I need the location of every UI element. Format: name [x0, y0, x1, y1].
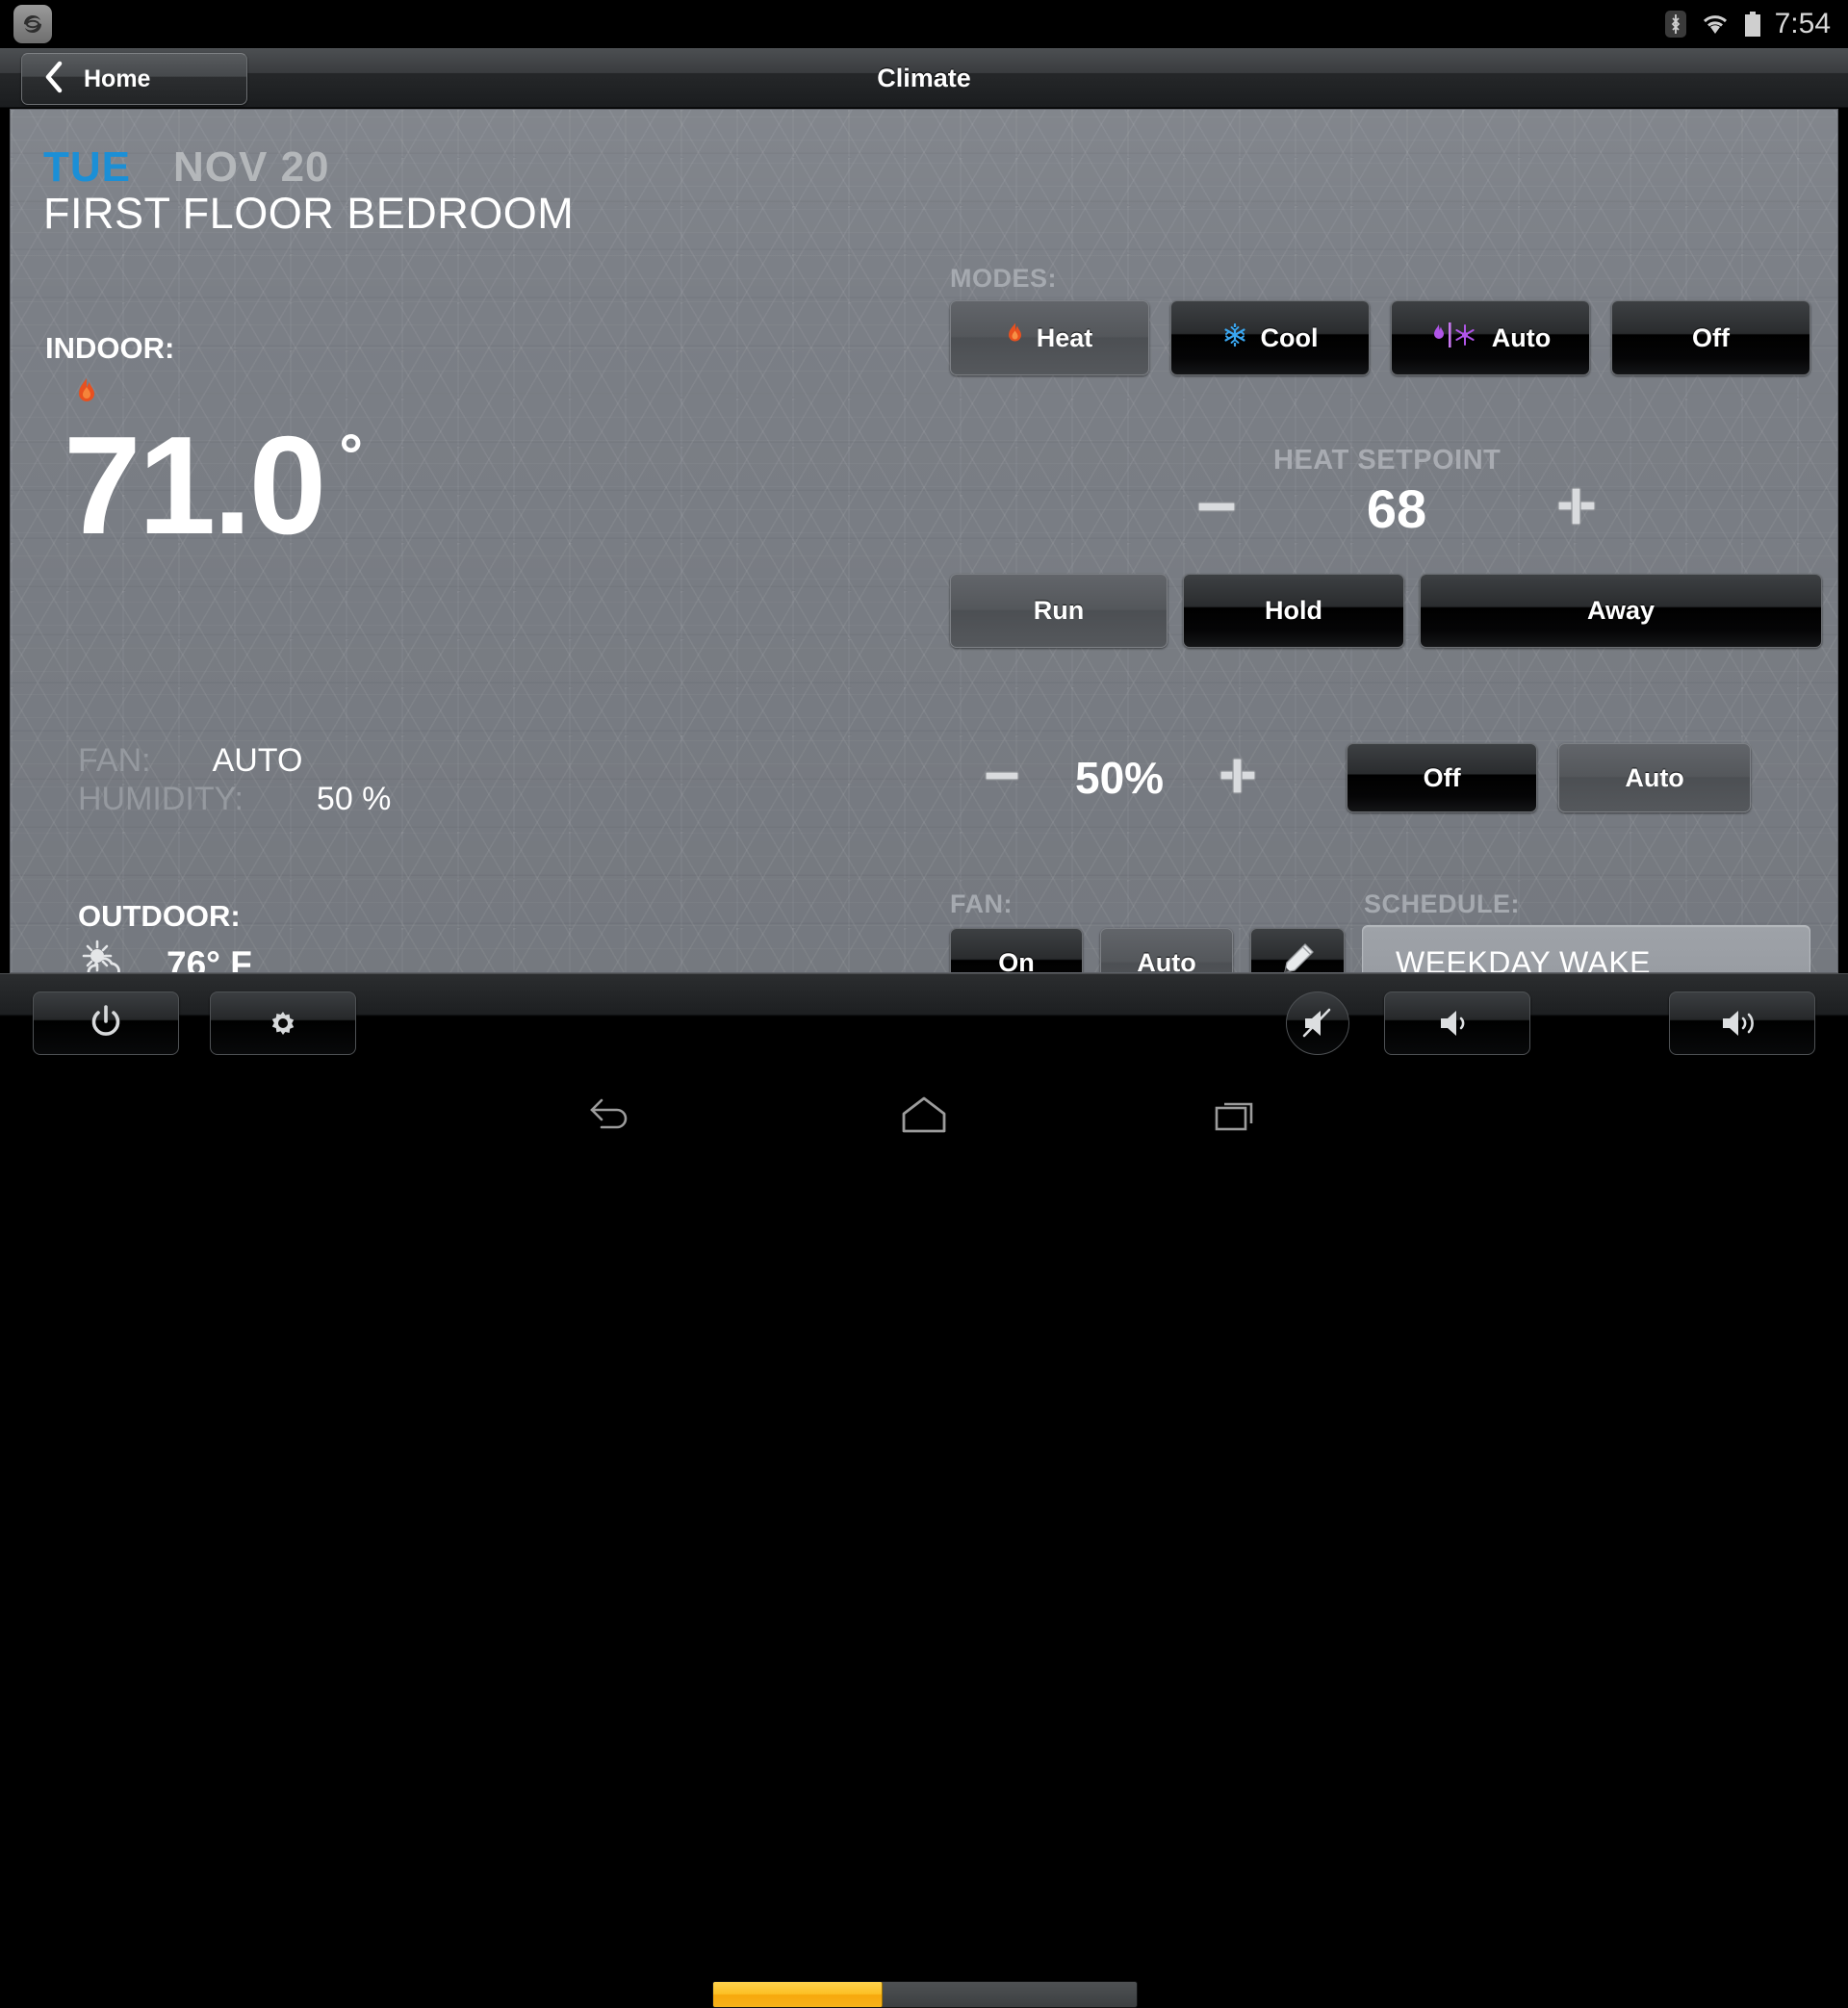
nav-recents-button[interactable]	[1150, 1074, 1323, 1155]
humidity-button-off-label: Off	[1423, 762, 1461, 792]
pencil-icon	[1278, 940, 1317, 972]
fan-status-label: FAN:	[78, 742, 151, 779]
indoor-temp-value: 71.0	[64, 407, 326, 563]
flame-snowflake-icon	[1430, 322, 1478, 355]
flame-icon	[1007, 322, 1023, 353]
flame-icon	[76, 377, 97, 411]
fan-button-on[interactable]: On	[950, 927, 1083, 973]
nav-home-button[interactable]	[837, 1074, 1011, 1155]
schedule-mode-away-label: Away	[1586, 596, 1656, 625]
nav-home-icon	[902, 1096, 946, 1133]
schedule-mode-hold-label: Hold	[1265, 596, 1322, 625]
mode-button-auto-label: Auto	[1491, 322, 1552, 352]
status-icons: 7:54	[1664, 0, 1831, 48]
mode-button-off-label: Off	[1692, 322, 1730, 352]
wifi-icon	[1703, 15, 1727, 34]
fan-status-value: AUTO	[212, 742, 303, 779]
android-nav-bar	[0, 1074, 1848, 1155]
climate-panel: TUE NOV 20 FIRST FLOOR BEDROOM INDOOR: 7…	[10, 109, 1838, 973]
swirl-logo-icon	[13, 5, 52, 43]
mode-button-cool-label: Cool	[1260, 322, 1319, 352]
fan-status-row: FAN: AUTO	[78, 742, 302, 780]
battery-icon	[1744, 12, 1760, 37]
mode-button-cool[interactable]: Cool	[1170, 300, 1370, 375]
schedule-label: SCHEDULE:	[1364, 889, 1521, 918]
mode-button-heat[interactable]: Heat	[950, 300, 1149, 375]
indoor-temperature: 71.0 °	[64, 416, 363, 555]
volume-mute-icon	[1302, 1008, 1331, 1038]
humidity-status-value: 50 %	[316, 781, 392, 817]
chevron-left-icon	[43, 61, 64, 98]
setpoint-plus-button[interactable]	[1554, 484, 1599, 533]
home-back-button[interactable]: Home	[21, 53, 247, 105]
humidity-button-auto[interactable]: Auto	[1558, 743, 1752, 812]
sun-behind-cloud-icon	[78, 940, 132, 972]
humidity-status-label: HUMIDITY:	[78, 781, 244, 817]
schedule-mode-button-hold[interactable]: Hold	[1183, 574, 1404, 648]
degree-symbol: °	[339, 423, 364, 489]
date-label: NOV 20	[173, 143, 330, 191]
outdoor-label: OUTDOOR:	[78, 899, 241, 933]
settings-button[interactable]	[210, 991, 356, 1055]
page-title: Climate	[877, 64, 971, 92]
humidity-button-off[interactable]: Off	[1347, 743, 1538, 812]
power-button[interactable]	[33, 991, 179, 1055]
schedule-value-field[interactable]: WEEKDAY WAKE	[1362, 925, 1810, 973]
volume-slider[interactable]	[712, 1981, 1138, 2008]
bottom-toolbar	[0, 973, 1848, 2008]
humidity-plus-button[interactable]	[1218, 756, 1258, 801]
heat-setpoint-row: 68	[1194, 477, 1599, 540]
schedule-edit-button[interactable]	[1250, 927, 1345, 972]
volume-down-button[interactable]	[1384, 991, 1530, 1055]
schedule-mode-run-label: Run	[1033, 596, 1085, 625]
power-icon	[91, 1005, 120, 1036]
title-bar: Climate Home	[0, 48, 1848, 108]
schedule-mode-button-run[interactable]: Run	[950, 574, 1168, 648]
volume-up-button[interactable]	[1669, 991, 1815, 1055]
status-clock: 7:54	[1774, 8, 1831, 39]
volume-down-icon	[1441, 1011, 1465, 1036]
gear-icon	[271, 1012, 295, 1035]
nav-back-button[interactable]	[525, 1074, 698, 1155]
nav-recents-icon	[1215, 1102, 1253, 1131]
fan-control-label: FAN:	[950, 889, 1013, 918]
mode-button-off[interactable]: Off	[1611, 300, 1810, 375]
humidity-status-row: HUMIDITY: 50 %	[78, 781, 391, 818]
modes-row: Heat Cool Auto Off	[950, 300, 1810, 375]
fan-button-on-label: On	[998, 947, 1035, 973]
setpoint-minus-button[interactable]	[1194, 485, 1239, 532]
humidity-setpoint-value: 50%	[1075, 753, 1165, 803]
fan-schedule-row: On Auto WEEKDAY WAKE	[950, 925, 1810, 973]
schedule-mode-row: Run Hold Away	[950, 574, 1822, 648]
snowflake-icon	[1222, 322, 1247, 354]
schedule-value: WEEKDAY WAKE	[1396, 944, 1652, 973]
fan-button-auto[interactable]: Auto	[1100, 927, 1233, 973]
humidity-control-row: 50% Off Auto	[983, 743, 1752, 812]
status-bar: 7:54	[0, 0, 1848, 48]
mute-button[interactable]	[1286, 991, 1349, 1055]
humidity-button-auto-label: Auto	[1625, 762, 1684, 792]
volume-up-icon	[1723, 1011, 1754, 1036]
indoor-label: INDOOR:	[45, 331, 175, 365]
home-button-label: Home	[84, 64, 151, 92]
volume-slider-fill	[713, 1982, 883, 2007]
modes-label: MODES:	[950, 264, 1057, 293]
mode-button-heat-label: Heat	[1036, 322, 1093, 352]
zone-name: FIRST FLOOR BEDROOM	[43, 189, 575, 238]
schedule-mode-button-away[interactable]: Away	[1420, 574, 1822, 648]
nav-back-icon	[590, 1098, 628, 1129]
fan-button-auto-label: Auto	[1137, 947, 1196, 973]
outdoor-temp-value: 76° F	[167, 943, 252, 973]
heat-setpoint-label: HEAT SETPOINT	[1273, 445, 1502, 476]
humidity-minus-button[interactable]	[983, 758, 1021, 799]
bluetooth-icon	[1664, 11, 1686, 38]
day-of-week: TUE	[43, 143, 131, 191]
date-line: TUE NOV 20	[43, 143, 330, 192]
outdoor-row: 76° F	[78, 940, 252, 973]
mode-button-auto[interactable]: Auto	[1391, 300, 1590, 375]
heat-setpoint-value: 68	[1366, 478, 1427, 539]
